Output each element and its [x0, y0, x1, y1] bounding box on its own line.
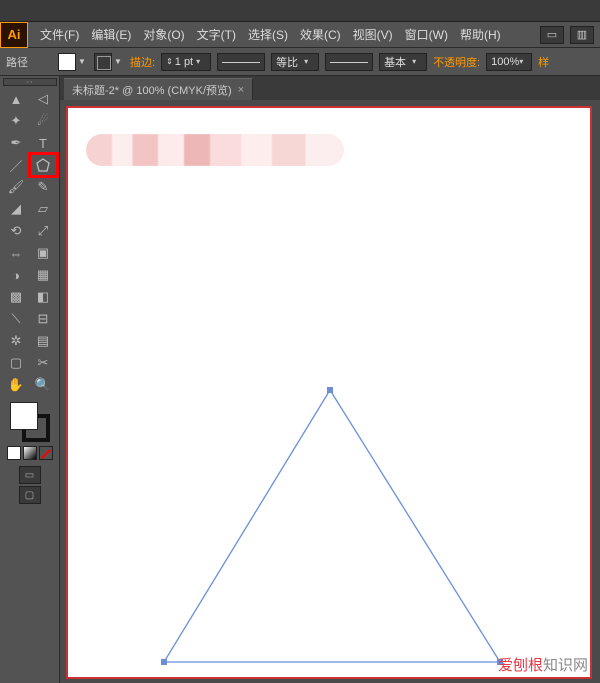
lasso-tool[interactable]: ☄: [30, 110, 57, 132]
document-tab-title: 未标题-2* @ 100% (CMYK/预览): [72, 82, 232, 98]
canvas-area: 未标题-2* @ 100% (CMYK/预览) ×: [60, 76, 600, 683]
eraser-tool[interactable]: ▱: [30, 198, 57, 220]
screen-mode[interactable]: ▢: [19, 486, 41, 504]
menu-file[interactable]: 文件(F): [34, 22, 85, 48]
chevron-down-icon[interactable]: ▼: [114, 57, 124, 66]
stroke-swatch-group[interactable]: ▼: [94, 53, 124, 71]
title-bar: [0, 0, 600, 22]
menu-right-controls: ▭ ▥: [540, 26, 600, 44]
menu-view[interactable]: 视图(V): [347, 22, 399, 48]
tool-grid: ▲ ◁ ✦ ☄ ✒ T ／ 🖌 ✎ ◢ ▱ ⟲ ⤢ ⇔ ▣ ◑ ▦ ▩ ◧ ⟍ …: [3, 88, 57, 396]
perspective-tool[interactable]: ▦: [30, 264, 57, 286]
menu-edit[interactable]: 编辑(E): [85, 22, 137, 48]
menu-effect[interactable]: 效果(C): [294, 22, 347, 48]
menu-object[interactable]: 对象(O): [137, 22, 190, 48]
chevron-down-icon[interactable]: ▾: [519, 57, 527, 66]
paintbrush-tool[interactable]: 🖌: [3, 176, 30, 198]
watermark: 爱刨根知识网: [498, 654, 588, 675]
stroke-swatch[interactable]: [94, 53, 112, 71]
gradient-tool[interactable]: ◧: [30, 286, 57, 308]
color-mode-none[interactable]: [39, 446, 53, 460]
menu-help[interactable]: 帮助(H): [454, 22, 507, 48]
opacity-input[interactable]: 100% ▾: [486, 53, 532, 71]
scale-tool[interactable]: ⤢: [30, 220, 57, 242]
stroke-weight-value: 1 pt: [175, 56, 193, 68]
color-mode-gradient[interactable]: [23, 446, 37, 460]
blob-brush-tool[interactable]: ◢: [3, 198, 30, 220]
close-icon[interactable]: ×: [238, 84, 244, 96]
graph-tool[interactable]: ▤: [30, 330, 57, 352]
canvas-viewport[interactable]: [60, 100, 600, 683]
redacted-bar: [86, 134, 344, 166]
pencil-tool[interactable]: ✎: [30, 176, 57, 198]
artboard[interactable]: [66, 106, 592, 679]
main-area: ▲ ◁ ✦ ☄ ✒ T ／ 🖌 ✎ ◢ ▱ ⟲ ⤢ ⇔ ▣ ◑ ▦ ▩ ◧ ⟍ …: [0, 76, 600, 683]
magic-wand-tool[interactable]: ✦: [3, 110, 30, 132]
zoom-tool[interactable]: 🔍: [30, 374, 57, 396]
slice-tool[interactable]: ✂: [30, 352, 57, 374]
fill-swatch[interactable]: [58, 53, 76, 71]
chevron-down-icon[interactable]: ▾: [412, 57, 422, 66]
profile-select[interactable]: 等比 ▾: [271, 53, 319, 71]
chevron-down-icon[interactable]: ▾: [196, 57, 206, 66]
stroke-label[interactable]: 描边:: [130, 54, 155, 70]
blend-tool[interactable]: ⊟: [30, 308, 57, 330]
direct-selection-tool[interactable]: ◁: [30, 88, 57, 110]
panel-icon[interactable]: ▥: [570, 26, 594, 44]
document-tabs: 未标题-2* @ 100% (CMYK/预览) ×: [60, 76, 600, 100]
chevron-down-icon[interactable]: ▼: [78, 57, 88, 66]
style-label-partial[interactable]: 样: [538, 54, 549, 70]
fill-stroke-indicator[interactable]: [10, 402, 50, 442]
document-tab[interactable]: 未标题-2* @ 100% (CMYK/预览) ×: [64, 78, 253, 100]
stroke-profile-preview[interactable]: [217, 53, 265, 71]
fill-color-box[interactable]: [10, 402, 38, 430]
mesh-tool[interactable]: ▩: [3, 286, 30, 308]
type-tool[interactable]: T: [30, 132, 57, 154]
eyedropper-tool[interactable]: ⟍: [3, 308, 30, 330]
layout-icon[interactable]: ▭: [540, 26, 564, 44]
screen-mode-col: ▭ ▢: [19, 466, 41, 504]
fill-swatch-group[interactable]: ▼: [58, 53, 88, 71]
panel-grip[interactable]: [3, 78, 57, 86]
context-label: 路径: [6, 54, 28, 70]
line-tool[interactable]: ／: [3, 154, 30, 176]
control-bar: 路径 ▼ ▼ 描边: ⇕ 1 pt ▾ 等比 ▾ 基本 ▾ 不透明度: 100%…: [0, 48, 600, 76]
tool-panel: ▲ ◁ ✦ ☄ ✒ T ／ 🖌 ✎ ◢ ▱ ⟲ ⤢ ⇔ ▣ ◑ ▦ ▩ ◧ ⟍ …: [0, 76, 60, 683]
free-transform-tool[interactable]: ▣: [30, 242, 57, 264]
chevron-down-icon[interactable]: ▾: [304, 57, 314, 66]
triangle-path[interactable]: [158, 386, 518, 683]
menu-bar: Ai 文件(F) 编辑(E) 对象(O) 文字(T) 选择(S) 效果(C) 视…: [0, 22, 600, 48]
rotate-tool[interactable]: ⟲: [3, 220, 30, 242]
menu-type[interactable]: 文字(T): [191, 22, 242, 48]
color-mode-solid[interactable]: [7, 446, 21, 460]
width-tool[interactable]: ⇔: [3, 242, 30, 264]
menu-select[interactable]: 选择(S): [242, 22, 294, 48]
app-logo: Ai: [0, 22, 28, 48]
shape-builder-tool[interactable]: ◑: [3, 264, 30, 286]
opacity-label[interactable]: 不透明度:: [433, 54, 480, 70]
color-mode-row: [7, 446, 53, 460]
menu-window[interactable]: 窗口(W): [399, 22, 454, 48]
symbol-sprayer-tool[interactable]: ✲: [3, 330, 30, 352]
polygon-tool[interactable]: [30, 154, 57, 176]
watermark-brand-red: 爱刨根: [498, 657, 543, 674]
artboard-tool[interactable]: ▢: [3, 352, 30, 374]
hand-tool[interactable]: ✋: [3, 374, 30, 396]
stroke-weight-input[interactable]: ⇕ 1 pt ▾: [161, 53, 211, 71]
brush-select[interactable]: 基本 ▾: [379, 53, 427, 71]
selection-tool[interactable]: ▲: [3, 88, 30, 110]
brush-preview[interactable]: [325, 53, 373, 71]
watermark-brand-gray: 知识网: [543, 657, 588, 674]
pen-tool[interactable]: ✒: [3, 132, 30, 154]
draw-mode-normal[interactable]: ▭: [19, 466, 41, 484]
